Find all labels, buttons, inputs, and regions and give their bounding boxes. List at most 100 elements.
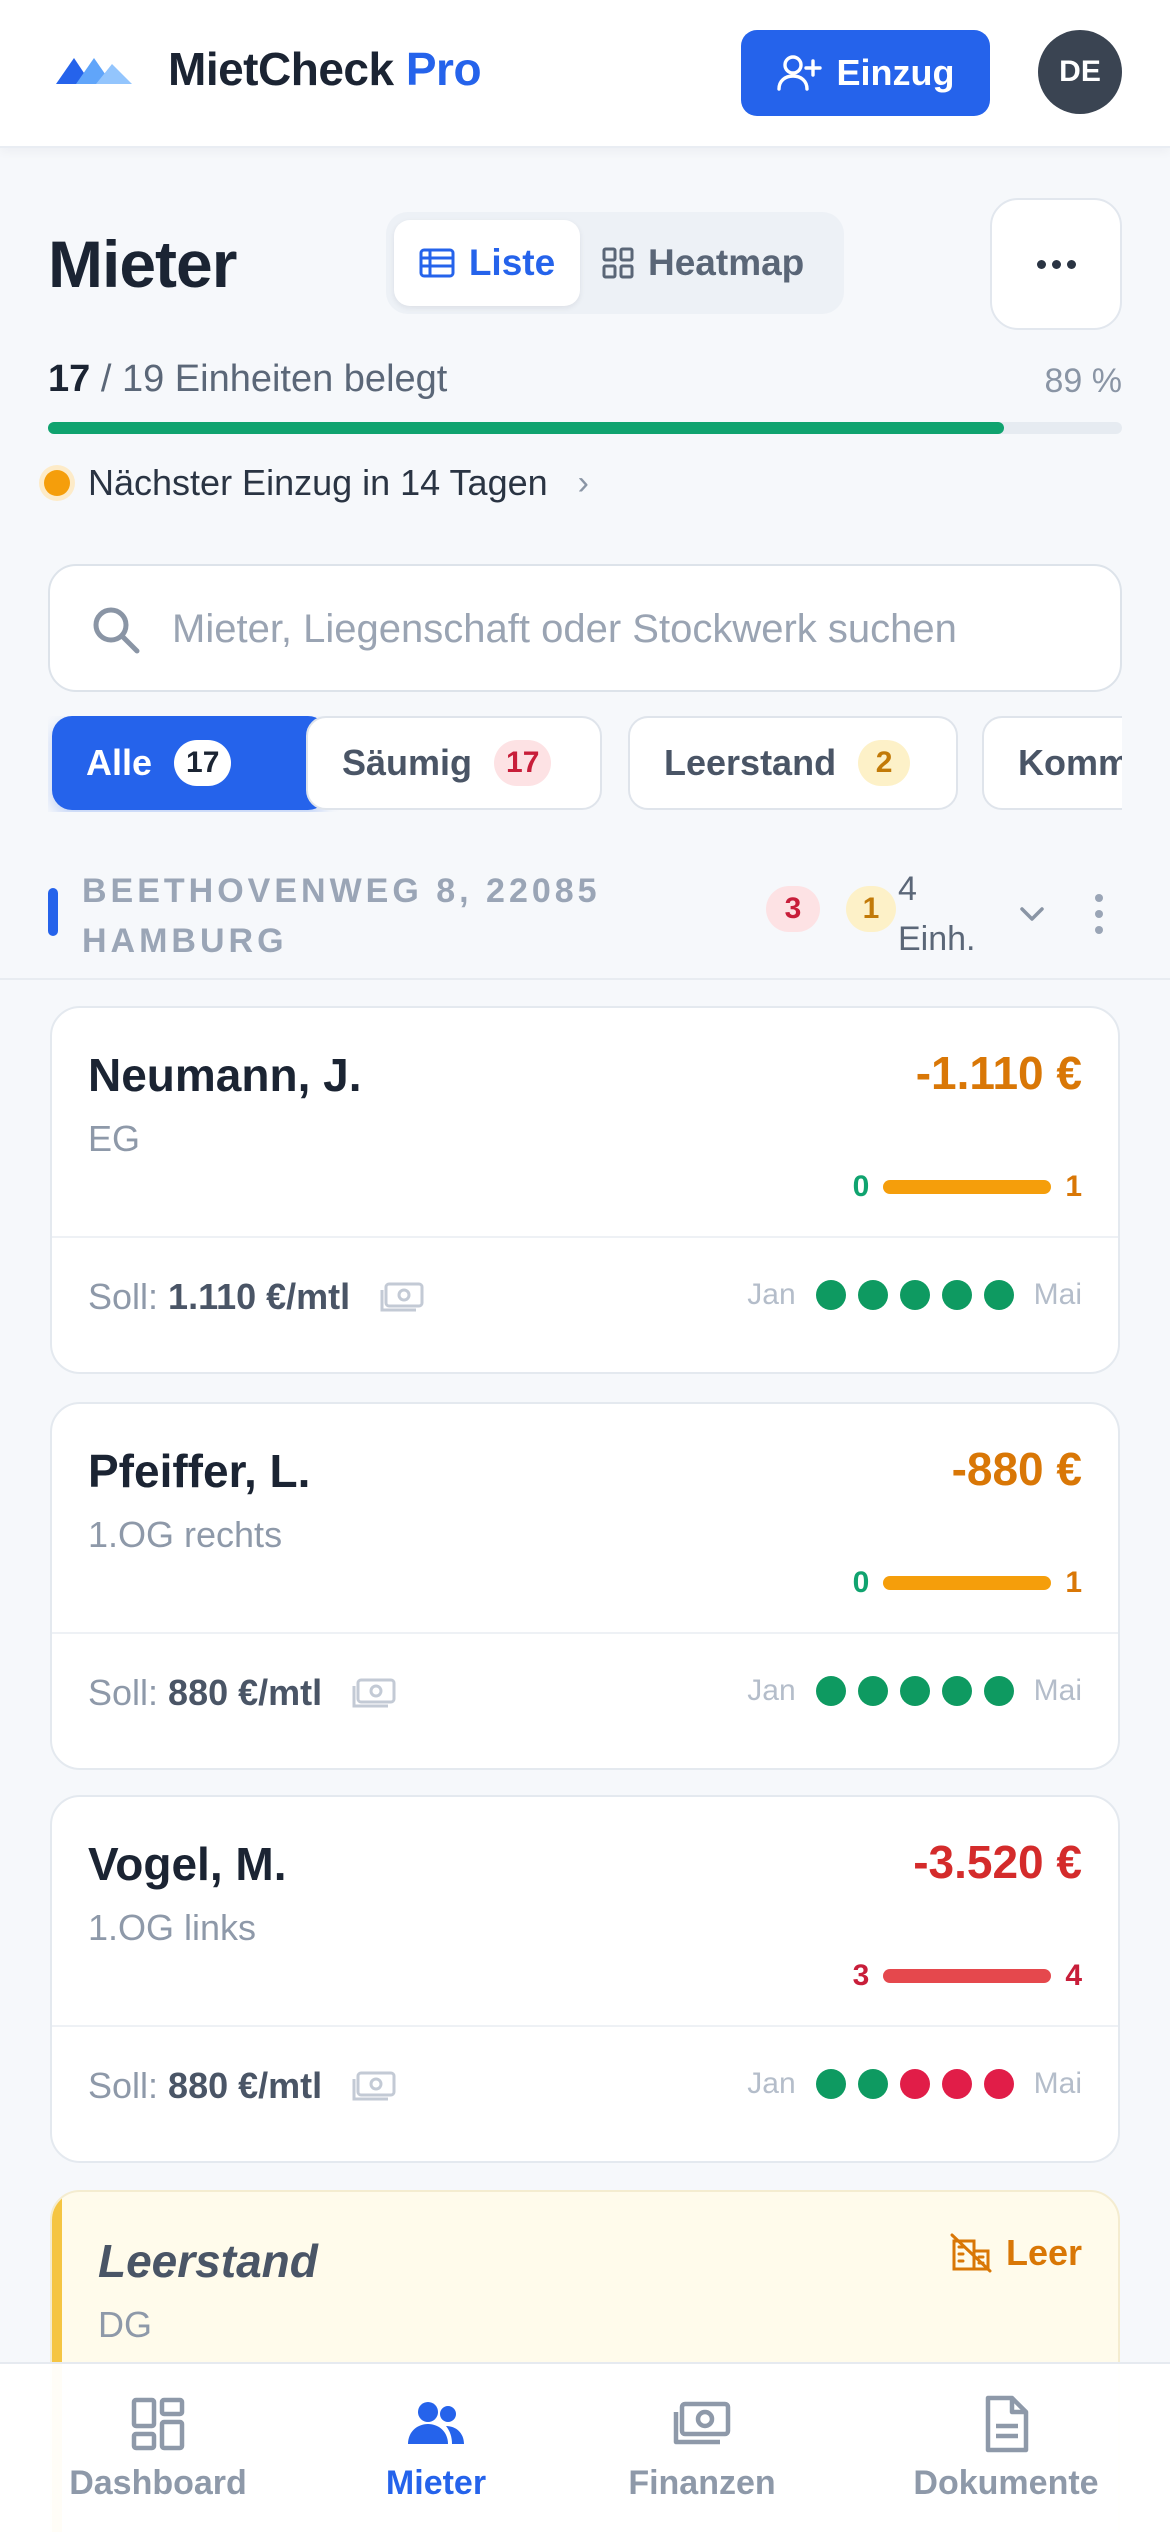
vacant-unit: DG <box>98 2304 152 2345</box>
dashboard-icon <box>131 2397 185 2451</box>
payment-dot <box>983 2069 1014 2099</box>
brand-main: MietCheck <box>168 43 394 95</box>
filter-chip-label: Leerstand <box>664 742 837 783</box>
einzug-button-label: Einzug <box>836 52 955 93</box>
cash-icon <box>352 1678 396 1708</box>
tenant-balance: -1.110 € <box>915 1047 1082 1099</box>
bottom-navigation: Dashboard Mieter Finanzen Dokumente <box>0 2362 1170 2532</box>
nav-item-dokumente[interactable]: Dokumente <box>876 2394 1136 2503</box>
vacancy-badge: 1 <box>846 886 896 932</box>
months-end-label: Mai <box>1033 2067 1082 2100</box>
building-off-icon <box>950 2233 992 2273</box>
filter-chip-kommende[interactable]: Kommende <box>982 716 1122 810</box>
overdue-badge: 3 <box>766 886 820 932</box>
rent-target-value: 880 €/mtl <box>168 2065 323 2106</box>
next-move-in-link[interactable]: Nächster Einzug in 14 Tagen › <box>44 462 589 504</box>
range-to: 1 <box>1065 1566 1082 1599</box>
filter-chip-count: 17 <box>174 740 232 786</box>
nav-label: Finanzen <box>628 2464 776 2502</box>
payment-dot <box>983 1676 1014 1706</box>
payment-dot <box>899 1676 930 1706</box>
payment-dot <box>815 1280 846 1310</box>
property-group-header[interactable]: BEETHOVENWEG 8, 22085 HAMBURG 3 1 4 Einh… <box>0 850 1170 980</box>
rent-target-label: Soll: <box>88 2065 159 2106</box>
range-from: 0 <box>852 1170 870 1203</box>
arrears-range: 0 1 <box>853 1170 1082 1204</box>
payment-dot <box>857 1676 888 1706</box>
payment-history: Jan Mai <box>747 1674 1082 1708</box>
filter-chip-label: Alle <box>86 742 153 783</box>
group-menu-button[interactable] <box>1092 894 1106 934</box>
payment-dot <box>983 1280 1014 1310</box>
user-avatar[interactable]: DE <box>1038 30 1122 114</box>
payment-dot <box>815 2069 846 2099</box>
cash-icon <box>380 1282 424 1312</box>
filter-chip-label: Kommende <box>1018 742 1122 783</box>
tenant-name: Neumann, J. <box>88 1049 362 1101</box>
add-user-icon <box>776 55 822 91</box>
card-divider <box>52 2025 1118 2027</box>
payment-dot <box>899 1280 930 1310</box>
rent-target: Soll: 880 €/mtl <box>88 2065 396 2107</box>
tenant-card[interactable]: Vogel, M. 1.OG links -3.520 € 3 4 Soll: … <box>50 1795 1120 2163</box>
range-from: 0 <box>852 1566 870 1599</box>
tenant-name: Pfeiffer, L. <box>88 1445 311 1497</box>
view-option-label: Liste <box>468 242 556 283</box>
filter-chips: Alle 17 Säumig 17 Leerstand 2 Kommende <box>48 716 1122 812</box>
tenant-card[interactable]: Neumann, J. EG -1.110 € 0 1 Soll: 1.110 … <box>50 1006 1120 1374</box>
payment-dot <box>815 1676 846 1706</box>
filter-chip-alle[interactable]: Alle 17 <box>52 716 328 810</box>
payment-dot <box>857 1280 888 1310</box>
rent-target-label: Soll: <box>88 1672 159 1713</box>
range-bar <box>883 1969 1052 1983</box>
logo-icon <box>56 58 132 84</box>
vacant-tag: Leer <box>950 2232 1082 2274</box>
view-toggle: Liste Heatmap <box>386 212 844 314</box>
page-title: Mieter <box>48 227 237 301</box>
app-brand: MietCheck Pro <box>168 42 482 96</box>
nav-item-mieter[interactable]: Mieter <box>306 2394 566 2503</box>
payment-dot <box>857 2069 888 2099</box>
brand-accent: Pro <box>405 43 482 95</box>
list-icon <box>419 248 455 278</box>
unit-count: 4 Einh. <box>898 870 976 958</box>
cash-icon <box>673 2401 731 2445</box>
filter-chip-leerstand[interactable]: Leerstand 2 <box>628 716 958 810</box>
filter-chip-saeumig[interactable]: Säumig 17 <box>306 716 602 810</box>
occupancy-progress-bar <box>48 422 1122 434</box>
search-box <box>48 564 1122 692</box>
rent-target: Soll: 1.110 €/mtl <box>88 1276 424 1318</box>
nav-item-dashboard[interactable]: Dashboard <box>28 2394 288 2503</box>
occupancy-percent: 89 % <box>1044 362 1123 400</box>
more-options-button[interactable] <box>990 198 1122 330</box>
payment-dot <box>899 2069 930 2099</box>
vacant-tag-label: Leer <box>1005 2232 1082 2273</box>
nav-label: Mieter <box>385 2464 487 2502</box>
tenant-card[interactable]: Pfeiffer, L. 1.OG rechts -880 € 0 1 Soll… <box>50 1402 1120 1770</box>
occupancy-count: 17 <box>48 358 91 400</box>
range-bar <box>883 1576 1052 1590</box>
document-icon <box>985 2395 1029 2453</box>
einzug-button[interactable]: Einzug <box>741 30 990 116</box>
tenant-name: Vogel, M. <box>88 1838 287 1890</box>
months-start-label: Jan <box>747 1278 796 1311</box>
chevron-down-icon[interactable] <box>1010 894 1054 934</box>
payment-dot <box>941 1280 972 1310</box>
view-option-heatmap[interactable]: Heatmap <box>602 220 836 306</box>
view-option-label: Heatmap <box>648 242 805 283</box>
kebab-icon <box>1095 894 1103 902</box>
occupancy-total: / 19 Einheiten belegt <box>100 358 448 400</box>
view-option-list[interactable]: Liste <box>394 220 580 306</box>
group-accent-bar <box>48 888 58 936</box>
chevron-right-icon: › <box>577 463 589 502</box>
rent-target-value: 1.110 €/mtl <box>168 1276 351 1317</box>
card-divider <box>52 1632 1118 1634</box>
tenant-balance: -3.520 € <box>913 1836 1082 1888</box>
tenant-balance: -880 € <box>951 1443 1082 1495</box>
filter-chip-count: 17 <box>494 740 552 786</box>
filter-chip-label: Säumig <box>342 742 473 783</box>
search-input[interactable] <box>172 594 1052 664</box>
rent-target-label: Soll: <box>88 1276 159 1317</box>
nav-item-finanzen[interactable]: Finanzen <box>572 2394 832 2503</box>
app-header: MietCheck Pro Einzug DE <box>0 0 1170 148</box>
